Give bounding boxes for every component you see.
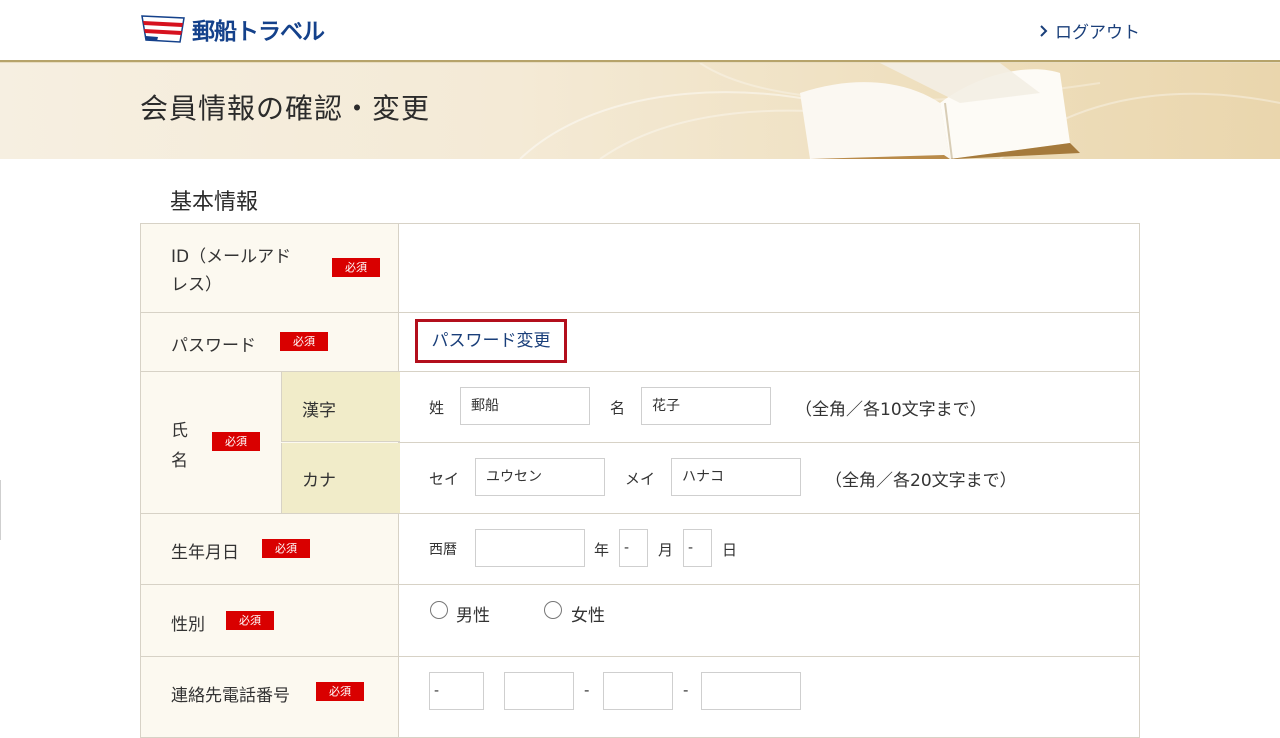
day-label: 日 [722,541,738,559]
required-badge: 必須 [226,611,274,630]
era-label: 西暦 [429,542,457,558]
birth-day-select[interactable]: - [683,529,712,567]
phone-separator: - [683,681,689,699]
password-cell: パスワード変更 [399,313,1140,371]
sub-label-kanji: 漢字 [281,372,400,442]
flag-logo-icon [141,15,185,43]
kanji-mei-input[interactable]: 花子 [641,387,771,425]
logout-label: ログアウト [1055,23,1140,43]
radio-male-label[interactable]: 男性 [456,601,490,626]
form-row-password: パスワード 必須 パスワード変更 [140,313,1140,372]
label-name-line1: 氏 [171,421,188,441]
phone-part2-input[interactable] [603,672,673,710]
phone-part3-input[interactable] [701,672,801,710]
phone-cell: - - - [399,657,1140,737]
month-label: 月 [658,541,674,559]
required-badge: 必須 [212,432,260,451]
required-badge: 必須 [332,258,380,277]
phone-part1-input[interactable] [504,672,574,710]
label-id: ID（メールアド レス） 必須 [140,224,399,312]
label-password: パスワード 必須 [140,313,399,371]
label-name: 氏 名 必須 漢字 カナ [140,372,400,513]
label-gender-text: 性別 [171,615,205,635]
label-name-line2: 名 [171,451,188,471]
logo-text: 郵船トラベル [192,19,325,45]
sub-label-kana: カナ [281,443,400,513]
kanji-sei-input[interactable]: 郵船 [460,387,590,425]
kanji-note: （全角／各10文字まで） [795,400,987,420]
chevron-right-icon [1040,24,1048,37]
label-birthday: 生年月日 必須 [140,514,399,584]
form-row-name: 氏 名 必須 漢字 カナ 姓 郵船 名 花子 （全角／各10文字まで） セイ ユ… [140,372,1140,514]
name-divider [399,442,1139,443]
phone-area-select[interactable]: - [429,672,484,710]
label-password-text: パスワード [171,336,256,356]
page-title: 会員情報の確認・変更 [140,92,431,125]
kanji-sei-label: 姓 [429,399,445,417]
kana-note: （全角／各20文字まで） [825,471,1017,491]
sub-label-kana-text: カナ [302,471,336,491]
label-gender: 性別 必須 [140,585,399,656]
label-phone: 連絡先電話番号 必須 [140,657,399,737]
form-row-id: ID（メールアド レス） 必須 [140,224,1140,313]
member-form: ID（メールアド レス） 必須 パスワード 必須 パスワード変更 氏 名 必須 … [140,223,1140,738]
radio-female[interactable] [544,601,562,619]
id-value-cell [399,224,1140,312]
label-id-line1: ID（メールアド [171,247,292,267]
left-edge-mark [0,480,1,540]
phone-separator: - [584,681,590,699]
gender-cell: 男性 女性 [399,585,1140,656]
site-header: 郵船トラベル ログアウト [0,0,1280,60]
name-cell: 姓 郵船 名 花子 （全角／各10文字まで） セイ ユウセン メイ ハナコ （全… [399,372,1140,513]
label-birthday-text: 生年月日 [171,543,239,563]
birthday-cell: 西暦 年 - 月 - 日 [399,514,1140,584]
label-id-line2: レス） [171,275,222,295]
radio-male[interactable] [430,601,448,619]
birth-year-input[interactable] [475,529,585,567]
kana-sei-input[interactable]: ユウセン [475,458,605,496]
required-badge: 必須 [262,539,310,558]
required-badge: 必須 [280,332,328,351]
form-row-birthday: 生年月日 必須 西暦 年 - 月 - 日 [140,514,1140,585]
kana-sei-label: セイ [429,470,460,488]
page-banner: 会員情報の確認・変更 [0,63,1280,159]
form-row-gender: 性別 必須 男性 女性 [140,585,1140,657]
form-row-phone: 連絡先電話番号 必須 - - - [140,657,1140,738]
sub-label-kanji-text: 漢字 [302,401,336,421]
logout-link[interactable]: ログアウト [1039,18,1140,43]
label-phone-text: 連絡先電話番号 [171,686,290,706]
change-password-link[interactable]: パスワード変更 [415,319,567,363]
required-badge: 必須 [316,682,364,701]
radio-female-label[interactable]: 女性 [571,601,605,626]
birth-month-select[interactable]: - [619,529,648,567]
year-label: 年 [594,541,610,559]
kana-mei-input[interactable]: ハナコ [671,458,801,496]
kanji-mei-label: 名 [610,399,626,417]
kana-mei-label: メイ [625,470,656,488]
site-logo[interactable]: 郵船トラベル [140,12,325,46]
section-title: 基本情報 [170,190,259,215]
